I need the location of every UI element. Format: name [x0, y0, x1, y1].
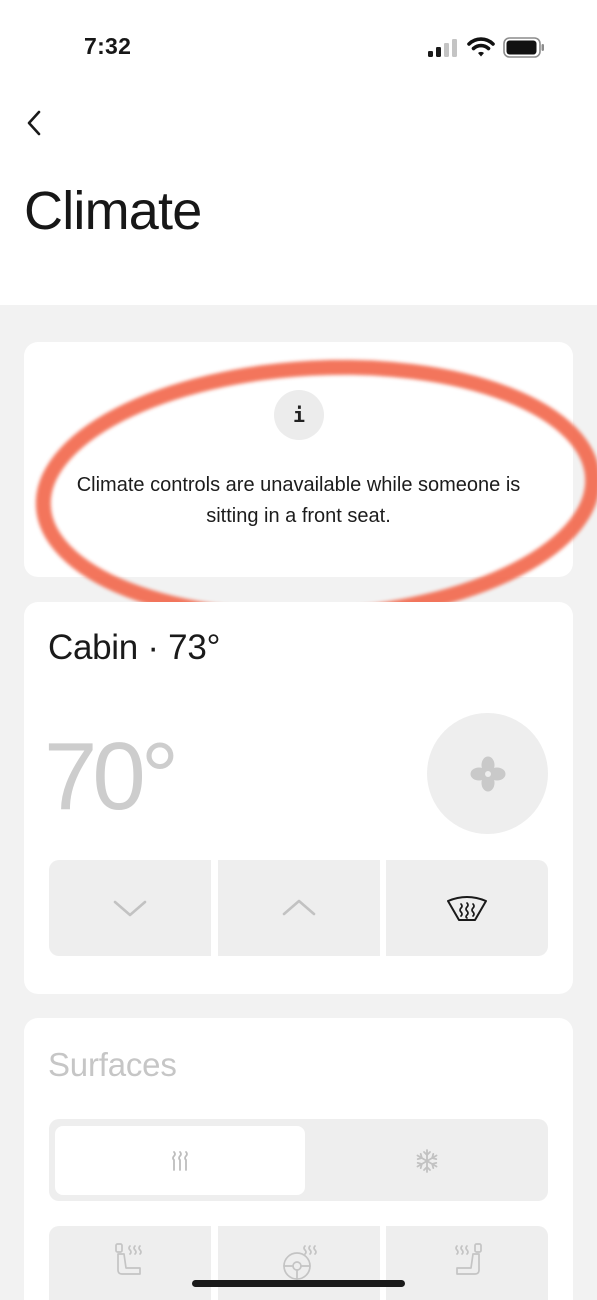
cool-mode-tab[interactable] [305, 1126, 548, 1195]
driver-seat-heat-button[interactable] [49, 1226, 211, 1300]
battery-icon [503, 37, 544, 58]
chevron-up-icon [282, 899, 316, 916]
page-title: Climate [24, 181, 202, 241]
home-indicator[interactable] [192, 1280, 405, 1287]
info-icon: i [274, 390, 324, 440]
chevron-down-icon [113, 900, 147, 917]
set-temperature: 70° [44, 723, 179, 830]
heat-mode-tab[interactable] [55, 1126, 305, 1195]
back-chevron-icon[interactable] [20, 106, 50, 140]
windshield-defrost-icon [447, 896, 487, 921]
steering-wheel-heat-icon [283, 1245, 317, 1280]
defrost-button[interactable] [386, 860, 548, 956]
seat-heat-icon [115, 1243, 142, 1275]
surfaces-title: Surfaces [48, 1046, 177, 1083]
steering-wheel-heat-button[interactable] [218, 1226, 380, 1300]
notice-card [24, 342, 573, 577]
heat-waves-icon [172, 1150, 188, 1171]
status-time: 7:32 [84, 33, 132, 59]
notice-message: Climate controls are unavailable while s… [76, 474, 521, 527]
passenger-seat-heat-button[interactable] [386, 1226, 548, 1300]
cellular-signal-icon [428, 39, 457, 57]
header-area: 7:32 Climate [0, 0, 597, 305]
snowflake-icon [416, 1148, 437, 1173]
seat-heat-icon [455, 1243, 482, 1275]
temperature-down-button[interactable] [49, 860, 211, 956]
fan-button[interactable] [427, 713, 548, 834]
fan-icon [470, 756, 505, 791]
temperature-up-button[interactable] [218, 860, 380, 956]
wifi-icon [467, 37, 495, 57]
cabin-temperature-label: Cabin · 73° [48, 628, 221, 667]
